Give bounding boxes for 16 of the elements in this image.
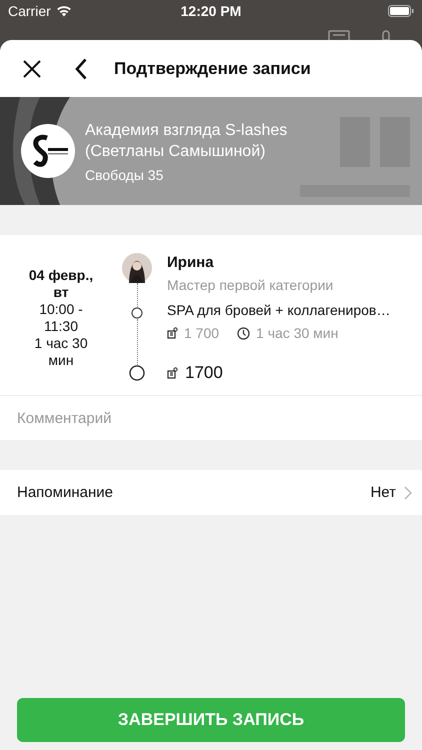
total-price: 1700 xyxy=(185,363,223,383)
reminder-row[interactable]: Напоминание Нет xyxy=(0,470,422,515)
page-title: Подтверждение записи xyxy=(114,58,311,78)
service-name: SPA для бровей + коллагениров… xyxy=(167,302,390,318)
salon-name: Академия взгляда S-lashes (Светланы Самышиной) xyxy=(85,120,288,162)
salon-address: Свободы 35 xyxy=(85,166,164,182)
master-role: Мастер первой категории xyxy=(167,277,334,293)
clock-time: 12:20 PM xyxy=(180,3,242,19)
service-price: 1 700 xyxy=(184,325,220,341)
appointment-duration: 1 час 30 мин xyxy=(33,335,89,369)
appointment-time: 10:00 - 11:30 xyxy=(38,301,84,335)
appointment-date: 04 февр., вт xyxy=(28,267,94,301)
comment-field[interactable]: Комментарий xyxy=(0,395,422,440)
service-duration: 1 час 30 мин xyxy=(256,325,338,341)
master-name: Ирина xyxy=(167,254,215,271)
carrier-label: Carrier xyxy=(8,3,51,19)
